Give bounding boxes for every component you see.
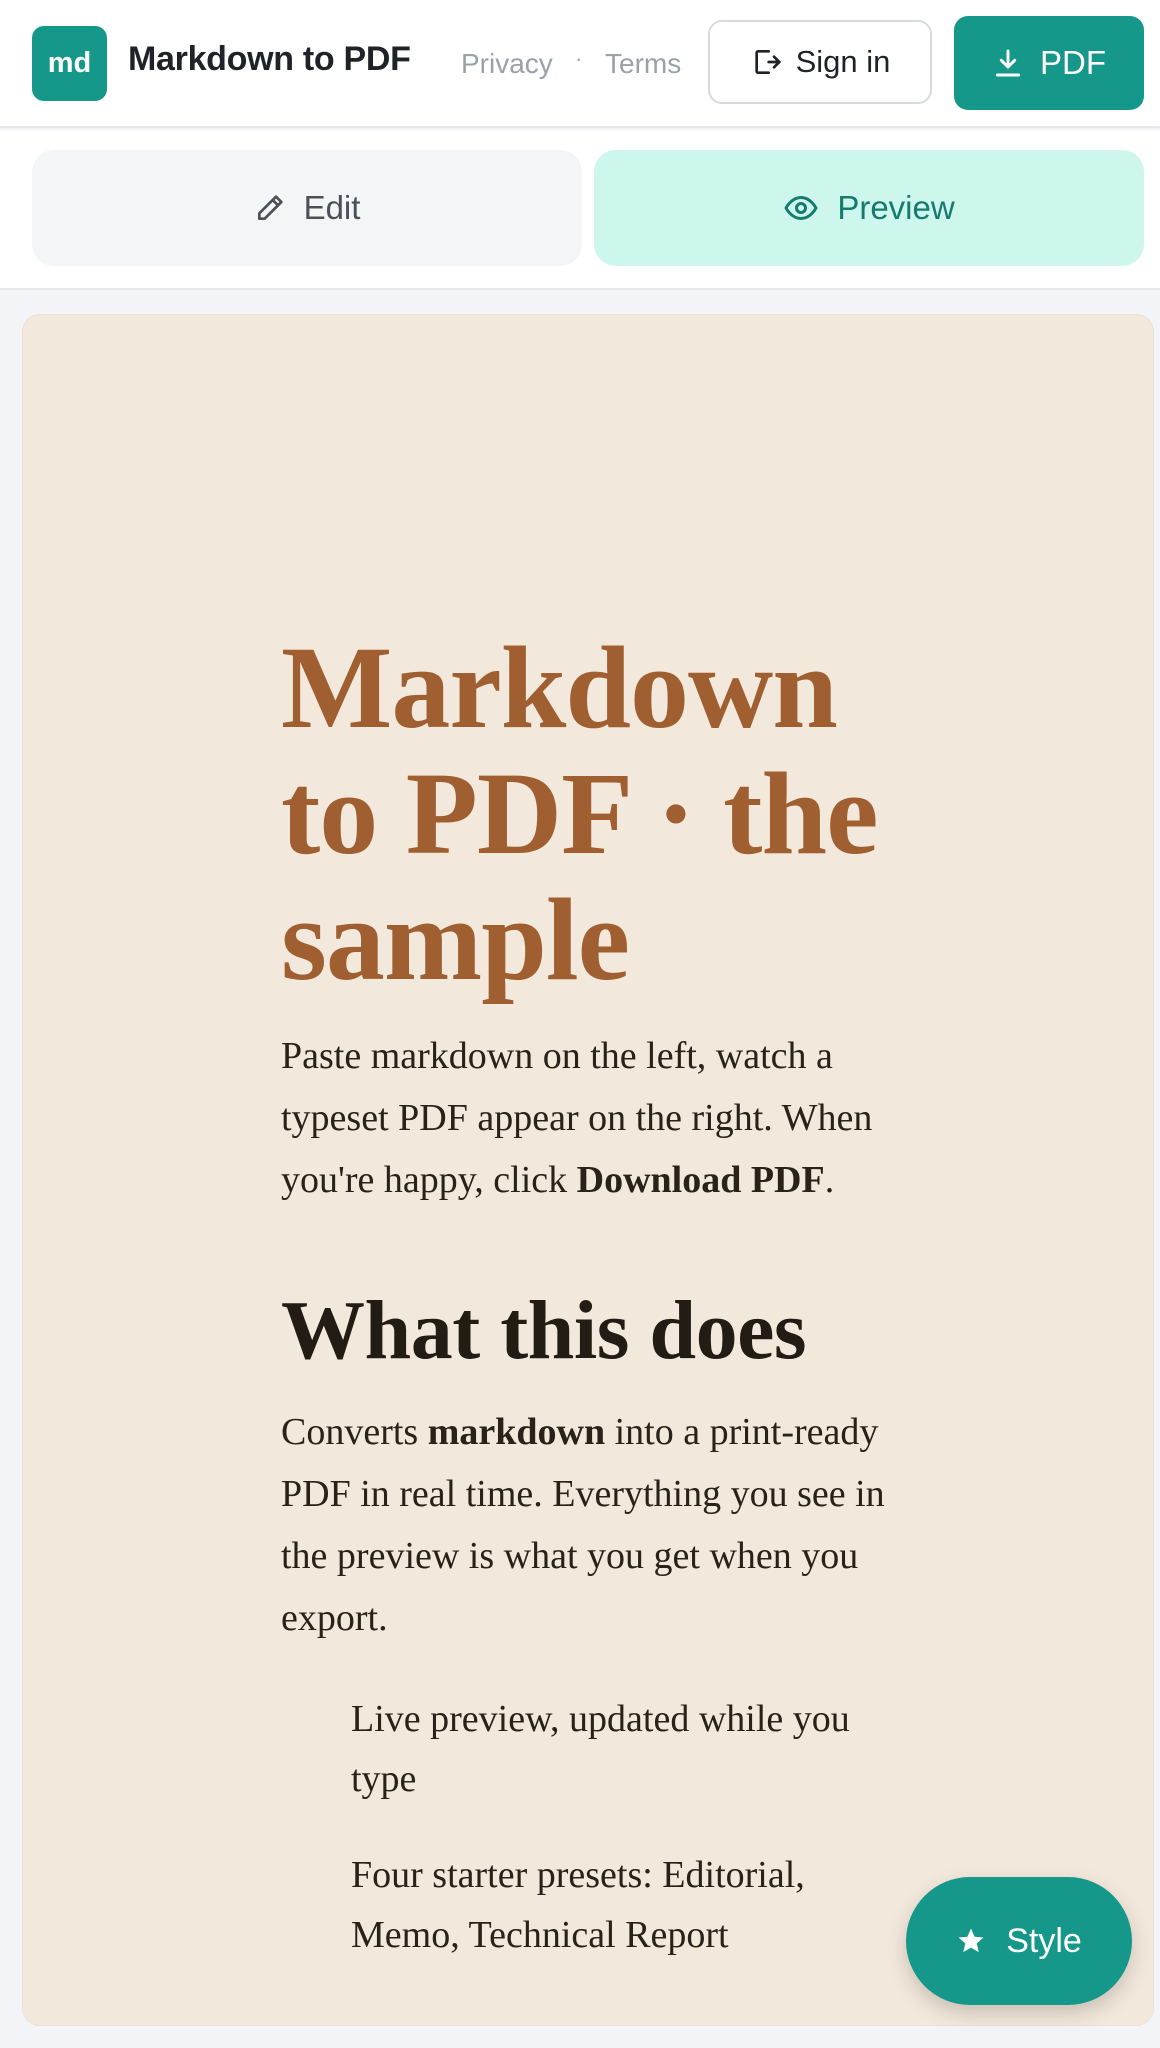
section-text-start: Converts [281, 1411, 428, 1453]
view-tabs: Edit Preview [0, 130, 1160, 290]
app-header: md Markdown to PDF Privacy · Terms Sign … [0, 0, 1160, 128]
document-content: Markdown to PDF · the sample Paste markd… [281, 625, 921, 2001]
nav-separator: · [575, 46, 583, 71]
pencil-icon [254, 192, 286, 224]
app-title[interactable]: Markdown to PDF [128, 40, 411, 79]
privacy-link[interactable]: Privacy [461, 48, 553, 80]
intro-bold: Download PDF [576, 1159, 825, 1201]
intro-end: . [824, 1159, 835, 1201]
list-item: Live preview, updated while you type [351, 1698, 850, 1800]
section-text-bold: markdown [427, 1411, 606, 1453]
intro-paragraph: Paste markdown on the left, watch a type… [281, 1025, 921, 1211]
list-item: Four starter presets: Editorial, Memo, T… [351, 1854, 805, 1956]
section-paragraph: Converts markdown into a print-ready PDF… [281, 1401, 921, 1649]
download-pdf-button[interactable]: PDF [954, 16, 1144, 110]
tab-preview-label: Preview [837, 189, 955, 226]
document-title: Markdown to PDF · the sample [281, 622, 878, 1005]
tab-edit[interactable]: Edit [32, 150, 582, 266]
style-button[interactable]: Style [906, 1877, 1132, 2005]
sign-in-label: Sign in [795, 44, 891, 79]
section-heading: What this does [281, 1284, 807, 1377]
terms-link[interactable]: Terms [605, 48, 681, 80]
download-icon [992, 47, 1024, 79]
pdf-preview-page[interactable]: Markdown to PDF · the sample Paste markd… [22, 314, 1154, 2026]
style-label: Style [1006, 1921, 1082, 1960]
app-logo[interactable]: md [32, 26, 107, 101]
tab-preview[interactable]: Preview [594, 150, 1144, 266]
sign-in-icon [750, 46, 782, 78]
download-pdf-label: PDF [1040, 44, 1106, 81]
tab-edit-label: Edit [303, 189, 361, 226]
star-icon [956, 1926, 986, 1956]
eye-icon [783, 190, 819, 226]
sign-in-button[interactable]: Sign in [708, 20, 932, 104]
feature-list: Live preview, updated while you type Fou… [281, 1689, 921, 1965]
